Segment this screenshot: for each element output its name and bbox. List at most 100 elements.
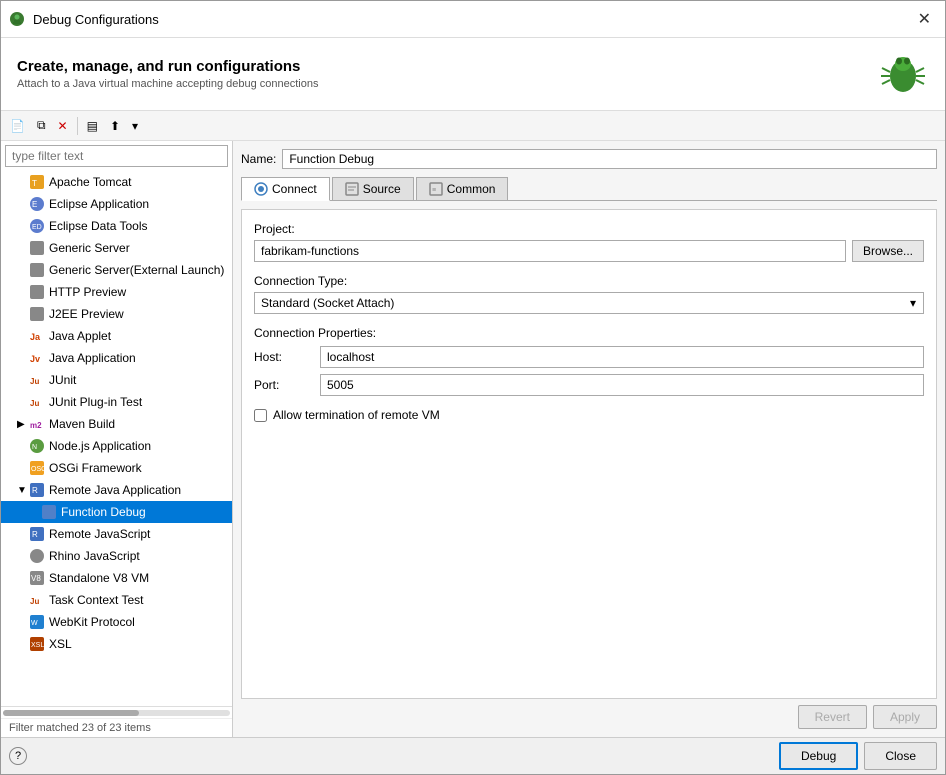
svg-text:T: T [32, 179, 37, 188]
sidebar-item-function-debug[interactable]: Function Debug [1, 501, 232, 523]
collapse-all-button[interactable]: ⬆ [105, 116, 125, 136]
remote-java-icon: R [29, 482, 45, 498]
svg-text:m2: m2 [30, 421, 42, 430]
debug-button[interactable]: Debug [779, 742, 858, 770]
remote-js-icon: R [29, 526, 45, 542]
header-left: Create, manage, and run configurations A… [17, 58, 318, 90]
close-button[interactable]: Close [864, 742, 937, 770]
connection-properties-label: Connection Properties: [254, 326, 924, 340]
help-icon-button[interactable]: ? [9, 747, 27, 765]
tree-area: T Apache Tomcat E Eclipse Application ED… [1, 171, 232, 706]
connection-type-group: Connection Type: Standard (Socket Attach… [254, 274, 924, 314]
right-bottom-buttons: Revert Apply [241, 699, 937, 729]
sidebar-item-apache-tomcat[interactable]: T Apache Tomcat [1, 171, 232, 193]
svg-text:Ju: Ju [30, 597, 39, 606]
header-subtitle: Attach to a Java virtual machine accepti… [17, 78, 318, 90]
host-input[interactable] [320, 346, 924, 368]
connection-type-label: Connection Type: [254, 274, 924, 288]
filter-button[interactable]: ▤ [82, 116, 103, 136]
allow-termination-label[interactable]: Allow termination of remote VM [273, 408, 440, 422]
sidebar-item-java-application[interactable]: Jv Java Application [1, 347, 232, 369]
port-input[interactable] [320, 374, 924, 396]
window-title: Debug Configurations [33, 12, 904, 27]
tomcat-icon: T [29, 174, 45, 190]
sidebar-item-http-preview[interactable]: HTTP Preview [1, 281, 232, 303]
tree-item-label: Generic Server(External Launch) [49, 263, 224, 277]
j2ee-icon [29, 306, 45, 322]
sidebar-item-java-applet[interactable]: Ja Java Applet [1, 325, 232, 347]
svg-text:Jv: Jv [30, 354, 40, 364]
sidebar-item-webkit-protocol[interactable]: W WebKit Protocol [1, 611, 232, 633]
new-config-button[interactable]: 📄 [5, 116, 30, 136]
tree-item-label: Standalone V8 VM [49, 571, 149, 585]
connection-properties-group: Connection Properties: Host: Port: [254, 326, 924, 396]
filter-status: Filter matched 23 of 23 items [1, 718, 232, 737]
view-menu-button[interactable]: ▾ [127, 116, 143, 136]
tab-source[interactable]: Source [332, 177, 414, 200]
svg-text:≡: ≡ [432, 187, 436, 194]
name-input[interactable] [282, 149, 937, 169]
svg-text:N: N [32, 444, 37, 451]
sidebar-item-remote-java-application[interactable]: ▼ R Remote Java Application [1, 479, 232, 501]
host-label: Host: [254, 350, 314, 364]
tree-item-label: XSL [49, 637, 72, 651]
sidebar-item-generic-server-ext[interactable]: Generic Server(External Launch) [1, 259, 232, 281]
left-scrollbar-area[interactable] [1, 706, 232, 718]
sidebar-item-remote-javascript[interactable]: R Remote JavaScript [1, 523, 232, 545]
sidebar-item-xsl[interactable]: XSL XSL [1, 633, 232, 655]
sidebar-item-standalone-v8[interactable]: V8 Standalone V8 VM [1, 567, 232, 589]
close-window-button[interactable]: ✕ [912, 7, 937, 31]
sidebar-item-junit-plugin[interactable]: Ju JUnit Plug-in Test [1, 391, 232, 413]
apply-button[interactable]: Apply [873, 705, 937, 729]
sidebar-item-junit[interactable]: Ju JUnit [1, 369, 232, 391]
tree-item-label: Maven Build [49, 417, 115, 431]
filter-icon: ▤ [87, 119, 98, 133]
sidebar-item-osgi[interactable]: OSG OSGi Framework [1, 457, 232, 479]
browse-button[interactable]: Browse... [852, 240, 924, 262]
source-tab-label: Source [363, 182, 401, 196]
junit-plugin-icon: Ju [29, 394, 45, 410]
sidebar-item-eclipse-application[interactable]: E Eclipse Application [1, 193, 232, 215]
source-tab-icon [345, 182, 359, 196]
name-label: Name: [241, 152, 276, 166]
eclipse-data-icon: ED [29, 218, 45, 234]
allow-termination-row: Allow termination of remote VM [254, 408, 924, 422]
connect-tab-icon [254, 182, 268, 196]
duplicate-icon: ⧉ [37, 118, 46, 133]
connection-type-select[interactable]: Standard (Socket Attach) Standard (Socke… [254, 292, 924, 314]
view-menu-icon: ▾ [132, 119, 138, 133]
java-app-icon: Jv [29, 350, 45, 366]
sidebar-item-nodejs[interactable]: N Node.js Application [1, 435, 232, 457]
left-scrollbar-track[interactable] [3, 710, 230, 716]
sidebar-item-maven-build[interactable]: ▶ m2 Maven Build [1, 413, 232, 435]
main-area: T Apache Tomcat E Eclipse Application ED… [1, 141, 945, 737]
generic-server-ext-icon [29, 262, 45, 278]
header-title: Create, manage, and run configurations [17, 58, 318, 75]
header-section: Create, manage, and run configurations A… [1, 38, 945, 111]
webkit-icon: W [29, 614, 45, 630]
sidebar-item-j2ee-preview[interactable]: J2EE Preview [1, 303, 232, 325]
right-panel: Name: Connect Source [233, 141, 945, 737]
delete-config-button[interactable]: ✕ [53, 116, 73, 136]
sidebar-item-generic-server[interactable]: Generic Server [1, 237, 232, 259]
svg-text:Ja: Ja [30, 332, 41, 342]
port-label: Port: [254, 378, 314, 392]
left-scrollbar-thumb[interactable] [3, 710, 139, 716]
duplicate-config-button[interactable]: ⧉ [32, 115, 51, 136]
tree-item-label: Remote Java Application [49, 483, 181, 497]
tab-common[interactable]: ≡ Common [416, 177, 509, 200]
connection-type-select-wrapper[interactable]: Standard (Socket Attach) Standard (Socke… [254, 292, 924, 314]
project-input[interactable] [254, 240, 846, 262]
sidebar-item-eclipse-data-tools[interactable]: ED Eclipse Data Tools [1, 215, 232, 237]
revert-button[interactable]: Revert [798, 705, 867, 729]
connection-props-grid: Host: Port: [254, 346, 924, 396]
sidebar-item-task-context-test[interactable]: Ju Task Context Test [1, 589, 232, 611]
junit-icon: Ju [29, 372, 45, 388]
tab-connect[interactable]: Connect [241, 177, 330, 201]
allow-termination-checkbox[interactable] [254, 409, 267, 422]
function-debug-icon [41, 504, 57, 520]
node-icon: N [29, 438, 45, 454]
sidebar-item-rhino-javascript[interactable]: Rhino JavaScript [1, 545, 232, 567]
task-context-icon: Ju [29, 592, 45, 608]
filter-input[interactable] [5, 145, 228, 167]
